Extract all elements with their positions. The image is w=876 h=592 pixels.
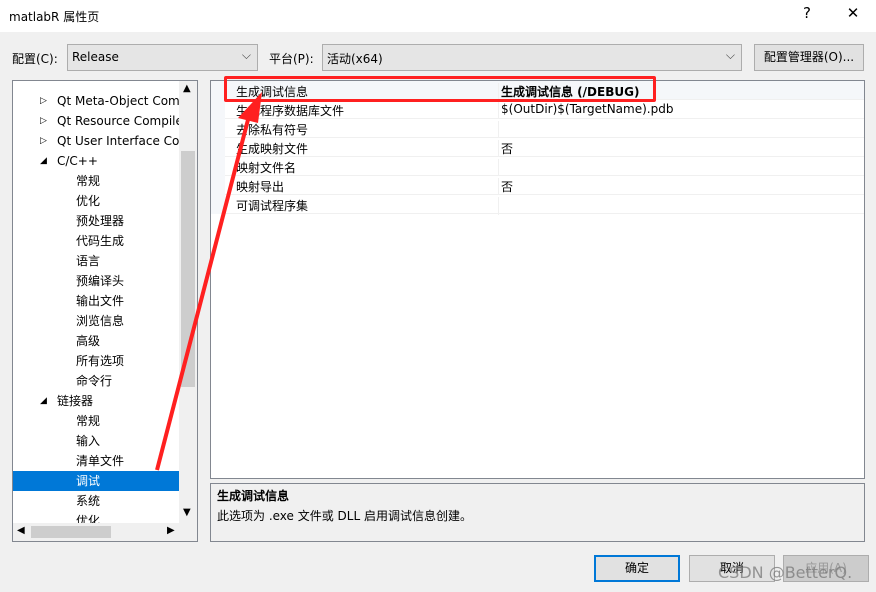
annotation-arrow [155, 92, 262, 471]
